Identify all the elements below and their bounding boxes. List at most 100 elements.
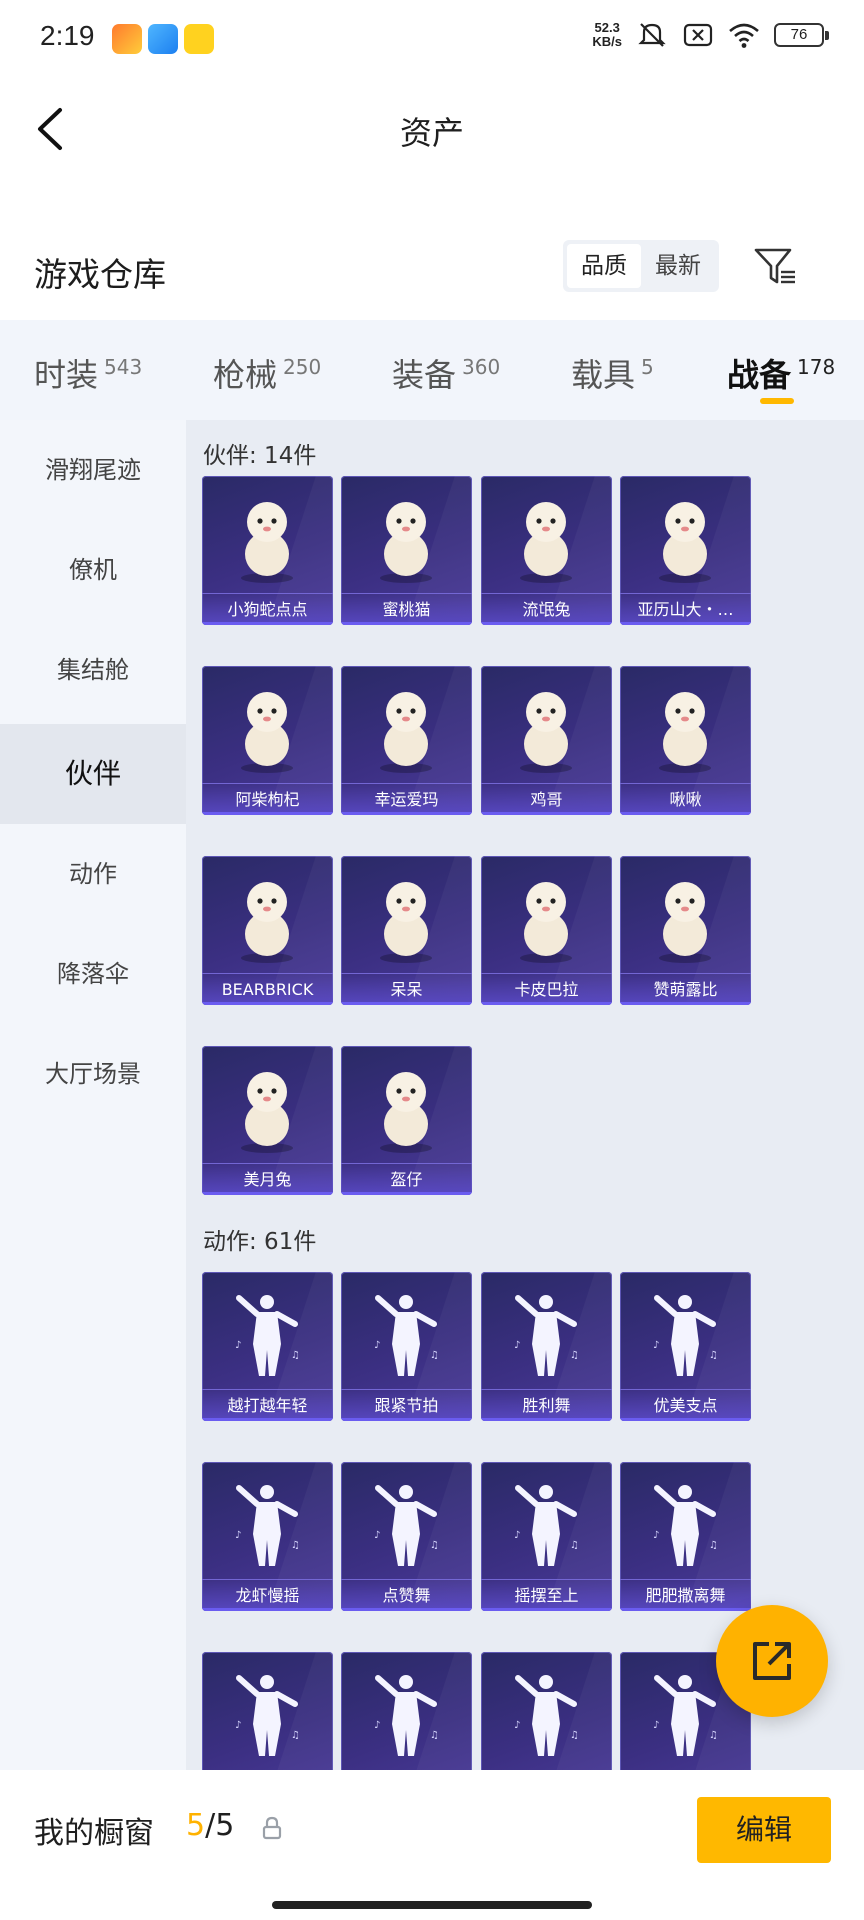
sidebar-item-partner[interactable]: 伙伴 [0,724,186,824]
warehouse-header: 游戏仓库 品质 最新 [0,230,864,310]
action-card[interactable]: ♪ ♫ 跟紧节拍 [341,1272,472,1421]
partner-figure-icon [520,692,572,773]
partner-card[interactable]: 盔仔 [341,1046,472,1195]
dancer-silhouette-icon: ♪♫ [235,1675,300,1756]
action-name: 肥肥撒离舞 [620,1579,751,1611]
action-card[interactable]: ♪ ♫ 龙虾慢摇 [202,1462,333,1611]
action-card[interactable]: ♪ ♫ 点赞舞 [341,1462,472,1611]
partner-name: BEARBRICK [202,973,333,1005]
partner-card[interactable]: 呆呆 [341,856,472,1005]
tab-label: 枪械 [213,356,278,394]
tab-vehicles[interactable]: 载具 5 [571,350,654,396]
svg-text:♫: ♫ [291,1350,300,1361]
share-icon [753,1642,791,1680]
card-bottom-edge [202,1192,333,1195]
partner-name: 卡皮巴拉 [481,973,612,1005]
sidebar-item-wingman[interactable]: 僚机 [0,520,186,620]
action-card[interactable]: ♪ ♫ [481,1652,612,1770]
tab-fashion[interactable]: 时装 543 [34,350,142,396]
sidebar-item-parachute[interactable]: 降落伞 [0,924,186,1024]
tab-count: 5 [641,355,654,379]
filter-icon[interactable] [750,242,800,292]
card-bottom-edge [341,1002,472,1005]
action-card[interactable]: ♪ ♫ [202,1652,333,1770]
action-name: 点赞舞 [341,1579,472,1611]
partner-card[interactable]: 流氓兔 [481,476,612,625]
partner-figure-icon [241,692,293,773]
action-card[interactable]: ♪ ♫ 摇摆至上 [481,1462,612,1611]
action-name: 龙虾慢摇 [202,1579,333,1611]
card-bottom-edge [341,1608,472,1611]
tab-weapons[interactable]: 枪械 250 [213,350,321,396]
svg-text:♪: ♪ [235,1340,241,1351]
partner-card[interactable]: 幸运爱玛 [341,666,472,815]
sidebar-item-emote[interactable]: 动作 [0,824,186,924]
svg-text:♫: ♫ [291,1730,300,1741]
partner-group-title: 伙伴: 14件 [203,443,317,469]
svg-text:♪: ♪ [235,1720,241,1731]
partner-card[interactable]: 小狗蛇点点 [202,476,333,625]
partner-name: 亚历山大・… [620,593,751,625]
sidebar-item-lobby-scene[interactable]: 大厅场景 [0,1024,186,1124]
partner-name: 幸运爱玛 [341,783,472,815]
svg-text:♫: ♫ [570,1540,579,1551]
partner-card[interactable]: BEARBRICK [202,856,333,1005]
action-name: 胜利舞 [481,1389,612,1421]
dancer-silhouette-icon: ♪♫ [514,1675,579,1756]
partner-card[interactable]: 美月兔 [202,1046,333,1195]
partner-card[interactable]: 蜜桃猫 [341,476,472,625]
status-bar: 2:19 52.3 KB/s 76 [0,0,864,76]
action-card[interactable]: ♪ ♫ 胜利舞 [481,1272,612,1421]
game-app-icon [112,24,142,54]
sidebar-item-assembly-pod[interactable]: 集结舱 [0,620,186,720]
partner-card[interactable]: 卡皮巴拉 [481,856,612,1005]
dancer-silhouette-icon: ♪♫ [653,1675,718,1756]
action-name: 跟紧节拍 [341,1389,472,1421]
bottom-bar: 我的橱窗 5/5 编辑 [0,1770,864,1920]
sidebar-item-glide-trail[interactable]: 滑翔尾迹 [0,420,186,520]
action-card[interactable]: ♪ ♫ [341,1652,472,1770]
action-card[interactable]: ♪ ♫ 越打越年轻 [202,1272,333,1421]
partner-figure-icon [241,502,293,583]
tab-combat-prep[interactable]: 战备 178 [727,350,835,396]
svg-text:♪: ♪ [653,1530,659,1541]
dancer-silhouette-icon: ♪♫ [235,1485,300,1566]
svg-text:♪: ♪ [514,1720,520,1731]
card-bottom-edge [481,1002,612,1005]
card-bottom-edge [481,1418,612,1421]
no-sim-icon [683,23,713,47]
card-bottom-edge [620,812,751,815]
tab-label: 载具 [571,356,636,394]
category-tabs: 时装 543 枪械 250 装备 360 载具 5 战备 178 [0,320,864,420]
partner-figure-icon [520,502,572,583]
partner-card[interactable]: 鸡哥 [481,666,612,815]
svg-text:♫: ♫ [709,1350,718,1361]
sort-newest-button[interactable]: 最新 [641,244,715,288]
sort-quality-button[interactable]: 品质 [567,244,641,288]
partner-card[interactable]: 亚历山大・… [620,476,751,625]
share-button[interactable] [716,1605,828,1717]
partner-figure-icon [659,692,711,773]
svg-text:♫: ♫ [570,1730,579,1741]
action-card[interactable]: ♪ ♫ 肥肥撒离舞 [620,1462,751,1611]
tab-equipment[interactable]: 装备 360 [392,350,500,396]
edit-button[interactable]: 编辑 [697,1797,831,1863]
category-sidebar: 滑翔尾迹 僚机 集结舱 伙伴 动作 降落伞 大厅场景 [0,420,186,1770]
network-speed-value: 52.3 [594,20,620,35]
svg-text:♪: ♪ [653,1720,659,1731]
mute-icon [638,23,666,47]
action-card[interactable]: ♪ ♫ 优美支点 [620,1272,751,1421]
partner-figure-icon [241,882,293,963]
svg-text:♫: ♫ [709,1730,718,1741]
svg-text:♪: ♪ [653,1340,659,1351]
card-bottom-edge [202,1418,333,1421]
dancer-silhouette-icon: ♪♫ [653,1485,718,1566]
partner-card[interactable]: 赞萌露比 [620,856,751,1005]
partner-card[interactable]: 啾啾 [620,666,751,815]
card-bottom-edge [341,622,472,625]
battery-icon: 76 [774,23,829,47]
partner-card[interactable]: 阿柴枸杞 [202,666,333,815]
svg-text:♪: ♪ [374,1720,380,1731]
card-bottom-edge [481,1608,612,1611]
svg-text:♫: ♫ [430,1350,439,1361]
